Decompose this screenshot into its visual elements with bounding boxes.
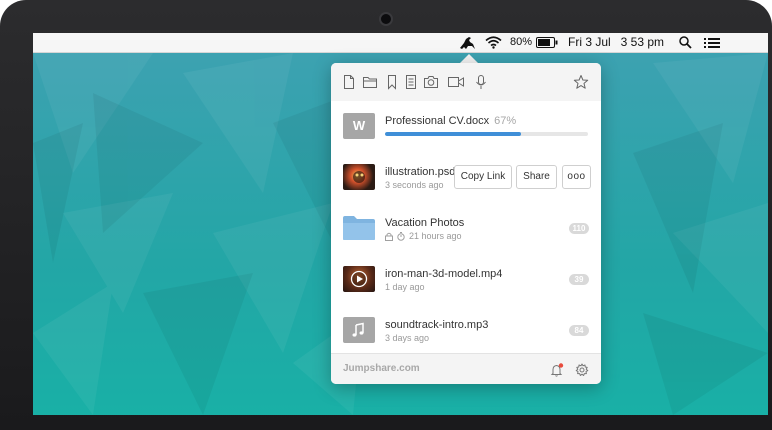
notification-bell-icon[interactable] bbox=[550, 363, 564, 377]
new-file-icon[interactable] bbox=[341, 74, 357, 90]
settings-gear-icon[interactable] bbox=[575, 363, 589, 377]
video-file-name: iron-man-3d-model.mp4 bbox=[385, 268, 503, 280]
view-count-badge: 84 bbox=[569, 325, 589, 336]
upload-percent: 67% bbox=[494, 115, 517, 127]
timer-icon bbox=[397, 232, 405, 241]
video-thumbnail bbox=[343, 266, 375, 292]
file-row-video[interactable]: iron-man-3d-model.mp4 1 day ago 39 bbox=[331, 254, 601, 306]
audio-thumbnail bbox=[343, 317, 375, 343]
panel-toolbar bbox=[331, 63, 601, 102]
copy-link-button[interactable]: Copy Link bbox=[454, 165, 512, 189]
folder-name: Vacation Photos bbox=[385, 217, 465, 229]
popover-caret bbox=[460, 54, 478, 63]
search-icon[interactable] bbox=[679, 33, 692, 52]
wifi-icon[interactable] bbox=[485, 33, 502, 52]
audio-time: 3 days ago bbox=[385, 333, 430, 343]
jumpshare-link[interactable]: Jumpshare.com bbox=[343, 363, 420, 374]
list-icon[interactable] bbox=[704, 33, 720, 52]
folder-icon[interactable] bbox=[362, 74, 378, 90]
battery-icon[interactable] bbox=[536, 33, 558, 52]
microphone-icon[interactable] bbox=[473, 74, 489, 90]
battery-percent: 80% bbox=[510, 36, 533, 48]
menu-bar: 80% Fri 3 Jul 3 53 pm bbox=[33, 33, 768, 53]
webcam bbox=[381, 14, 391, 24]
audio-file-name: soundtrack-intro.mp3 bbox=[385, 319, 489, 331]
share-button[interactable]: Share bbox=[516, 165, 557, 189]
bookmark-icon[interactable] bbox=[384, 74, 400, 90]
file-row-upload[interactable]: W Professional CV.docx 67% bbox=[331, 101, 601, 153]
blue-folder-icon bbox=[343, 216, 375, 240]
star-icon[interactable] bbox=[573, 74, 589, 90]
file-row-illustration[interactable]: illustration.psd 3 seconds ago Copy Link… bbox=[331, 152, 601, 204]
panel-footer: Jumpshare.com bbox=[331, 353, 601, 384]
upload-progress-bar bbox=[385, 132, 588, 136]
jumpshare-kangaroo-icon[interactable] bbox=[458, 33, 476, 52]
note-icon[interactable] bbox=[403, 74, 419, 90]
illustration-art-icon bbox=[353, 171, 365, 183]
notification-dot bbox=[558, 363, 564, 368]
music-note-icon bbox=[352, 322, 364, 337]
more-options-button[interactable]: ooo bbox=[562, 165, 591, 189]
menubar-clock[interactable]: Fri 3 Jul 3 53 pm bbox=[568, 33, 664, 52]
view-count-badge: 110 bbox=[569, 223, 589, 234]
lock-icon bbox=[385, 232, 393, 241]
illustration-time: 3 seconds ago bbox=[385, 180, 444, 190]
play-icon bbox=[350, 270, 368, 288]
view-count-badge: 39 bbox=[569, 274, 589, 285]
file-row-audio[interactable]: soundtrack-intro.mp3 3 days ago 84 bbox=[331, 305, 601, 356]
camera-icon[interactable] bbox=[423, 74, 439, 90]
upload-progress-fill bbox=[385, 132, 521, 136]
illustration-file-name: illustration.psd bbox=[385, 166, 456, 178]
word-doc-thumbnail: W bbox=[343, 113, 375, 139]
folder-meta: 21 hours ago bbox=[385, 231, 462, 241]
file-name: Professional CV.docx 67% bbox=[385, 115, 516, 127]
jumpshare-panel: W Professional CV.docx 67% illustration.p… bbox=[331, 63, 601, 384]
file-row-folder[interactable]: Vacation Photos 21 hours ago 110 bbox=[331, 203, 601, 255]
video-icon[interactable] bbox=[447, 74, 464, 90]
folder-thumbnail bbox=[343, 215, 375, 241]
video-time: 1 day ago bbox=[385, 282, 425, 292]
upload-file-name: Professional CV.docx bbox=[385, 115, 490, 127]
word-doc-icon: W bbox=[352, 118, 366, 133]
illustration-thumbnail bbox=[343, 164, 375, 190]
folder-time: 21 hours ago bbox=[409, 231, 462, 241]
